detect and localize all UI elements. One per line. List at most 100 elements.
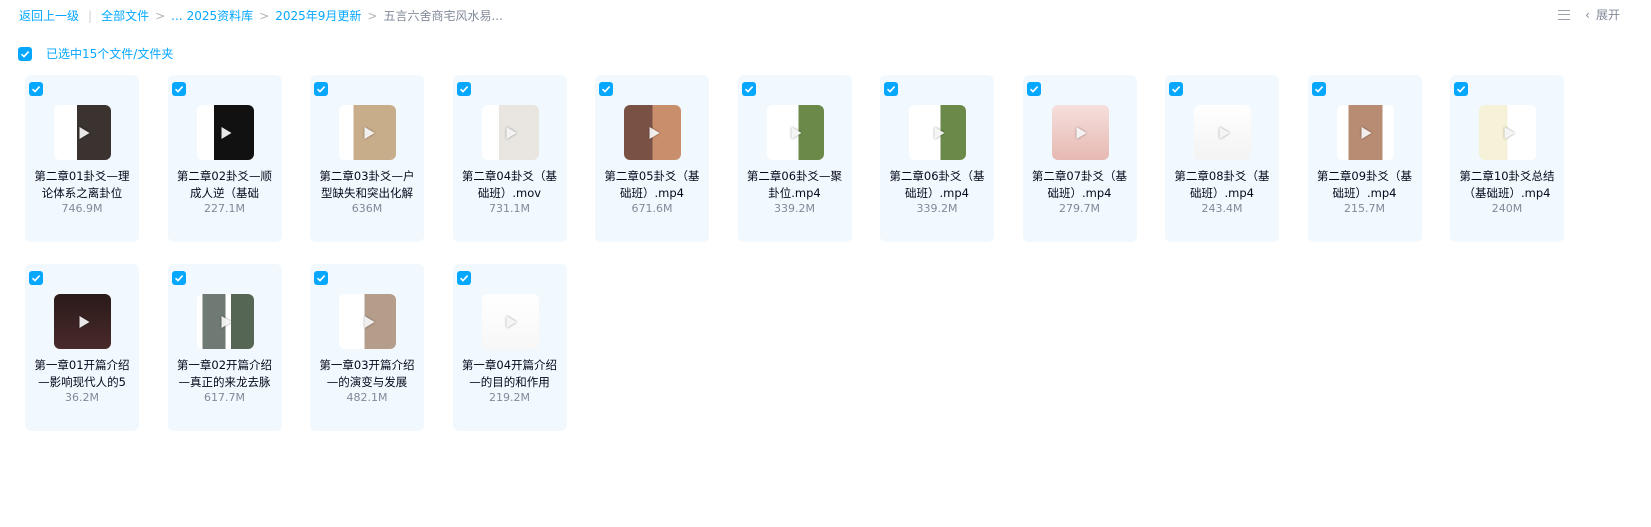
top-bar: 返回上一级 | 全部文件 > ... 2025资料库 > 2025年9月更新 >…	[0, 0, 1651, 30]
file-checkbox[interactable]	[171, 271, 186, 285]
video-thumbnail-icon	[54, 294, 111, 349]
video-thumbnail-icon	[196, 105, 254, 160]
play-icon	[506, 315, 517, 328]
breadcrumb-current: 五言六舍商宅风水易...	[383, 9, 503, 23]
file-size: 240M	[1491, 202, 1523, 215]
file-checkbox[interactable]	[1169, 82, 1183, 96]
breadcrumb-all-files[interactable]: 全部文件	[101, 7, 149, 24]
back-link[interactable]: 返回上一级	[19, 7, 79, 24]
file-size: 339.2M	[916, 202, 958, 215]
file-name: 第一章04开篇介绍—的目的和作用	[461, 358, 558, 389]
play-icon	[1219, 126, 1229, 139]
file-checkbox[interactable]	[1026, 82, 1041, 96]
play-icon	[1076, 126, 1087, 139]
file-checkbox[interactable]	[314, 271, 328, 285]
checkmark-icon	[459, 86, 468, 93]
video-thumbnail-icon	[909, 105, 966, 160]
video-thumbnail-icon	[1336, 105, 1394, 160]
file-card[interactable]: 第一章01开篇介绍—影响现代人的5 36.2M	[25, 264, 139, 431]
video-thumbnail-icon	[766, 105, 824, 160]
breadcrumb-divider: |	[88, 8, 93, 23]
file-card[interactable]: 第二章08卦爻（基础班）.mp4 243.4M	[1165, 75, 1279, 242]
file-card[interactable]: 第一章02开篇介绍—真正的来龙去脉 617.7M	[167, 264, 282, 431]
video-thumbnail-icon	[54, 105, 111, 160]
file-name: 第二章08卦爻（基础班）.mp4	[1174, 169, 1270, 200]
video-thumbnail-icon	[1479, 105, 1536, 160]
file-checkbox[interactable]	[314, 82, 328, 96]
checkmark-icon	[1029, 86, 1038, 93]
breadcrumb-item-september[interactable]: 2025年9月更新	[275, 7, 361, 24]
file-size: 746.9M	[61, 202, 103, 215]
file-size: 339.2M	[774, 202, 815, 215]
file-name: 第二章02卦爻—顺成人逆（基础	[176, 169, 273, 200]
expand-label: 展开	[1595, 8, 1620, 22]
file-name: 第一章01开篇介绍—影响现代人的5	[34, 358, 130, 389]
file-checkbox[interactable]	[456, 271, 471, 285]
file-card[interactable]: 第二章06卦爻—聚卦位.mp4 339.2M	[737, 75, 852, 242]
breadcrumb-item-library[interactable]: 2025资料库	[187, 7, 254, 24]
file-size: 219.2M	[489, 391, 530, 404]
chevron-left-icon: ‹	[1585, 7, 1590, 22]
file-card[interactable]: 第二章10卦爻总结（基础班）.mp4 240M	[1450, 75, 1564, 242]
file-card[interactable]: 第二章04卦爻（基础班）.mov 731.1M	[452, 75, 567, 242]
file-card[interactable]: 第二章06卦爻（基础班）.mp4 339.2M	[880, 75, 994, 242]
checkmark-icon	[744, 86, 753, 93]
file-size: 636M	[351, 202, 383, 215]
video-thumbnail-icon	[481, 294, 539, 349]
breadcrumb-ellipsis[interactable]: ...	[171, 9, 182, 23]
play-icon	[791, 126, 802, 139]
list-view-icon[interactable]	[1557, 9, 1571, 21]
file-size: 215.7M	[1344, 202, 1385, 215]
file-card[interactable]: 第二章09卦爻（基础班）.mp4 215.7M	[1307, 75, 1422, 242]
select-all-checkbox[interactable]	[18, 46, 32, 61]
checkmark-icon	[1456, 86, 1466, 93]
file-checkbox[interactable]	[1311, 82, 1326, 96]
select-all-row: 已选中15个文件/文件夹	[18, 45, 173, 62]
file-size: 243.4M	[1201, 202, 1243, 215]
checkmark-icon	[1171, 86, 1181, 93]
video-thumbnail-icon	[624, 105, 681, 160]
checkmark-icon	[1314, 86, 1323, 93]
file-size: 227.1M	[204, 202, 245, 215]
chevron-right-icon: >	[367, 8, 378, 23]
file-checkbox[interactable]	[1454, 82, 1468, 96]
file-name: 第二章06卦爻（基础班）.mp4	[889, 169, 985, 200]
video-thumbnail-icon	[339, 105, 396, 160]
chevron-right-icon: >	[259, 8, 270, 23]
file-name: 第一章03开篇介绍—的演变与发展	[319, 358, 415, 389]
file-checkbox[interactable]	[456, 82, 471, 96]
play-icon	[221, 126, 232, 139]
checkmark-icon	[316, 86, 326, 93]
file-name: 第二章06卦爻—聚卦位.mp4	[746, 169, 843, 200]
file-card[interactable]: 第二章02卦爻—顺成人逆（基础 227.1M	[167, 75, 282, 242]
video-thumbnail-icon	[1051, 105, 1109, 160]
play-icon	[364, 315, 374, 328]
play-icon	[221, 315, 232, 328]
play-icon	[1361, 126, 1372, 139]
play-icon	[1504, 126, 1514, 139]
file-card[interactable]: 第二章07卦爻（基础班）.mp4 279.7M	[1022, 75, 1137, 242]
file-name: 第二章04卦爻（基础班）.mov	[461, 169, 558, 200]
file-size: 617.7M	[204, 391, 245, 404]
file-card[interactable]: 第一章03开篇介绍—的演变与发展 482.1M	[310, 264, 424, 431]
play-icon	[649, 126, 659, 139]
file-size: 482.1M	[346, 391, 388, 404]
file-checkbox[interactable]	[29, 271, 43, 285]
file-card[interactable]: 第二章01卦爻—理论体系之离卦位 746.9M	[25, 75, 139, 242]
file-checkbox[interactable]	[741, 82, 756, 96]
file-name: 第二章03卦爻—户型缺失和突出化解	[319, 169, 415, 200]
checkmark-icon	[601, 86, 611, 93]
file-card[interactable]: 第二章03卦爻—户型缺失和突出化解 636M	[310, 75, 424, 242]
checkmark-icon	[31, 275, 41, 282]
file-checkbox[interactable]	[884, 82, 898, 96]
file-size: 36.2M	[65, 391, 99, 404]
file-checkbox[interactable]	[29, 82, 43, 96]
file-checkbox[interactable]	[599, 82, 613, 96]
file-card[interactable]: 第一章04开篇介绍—的目的和作用 219.2M	[452, 264, 567, 431]
play-icon	[79, 126, 89, 139]
file-card[interactable]: 第二章05卦爻（基础班）.mp4 671.6M	[595, 75, 709, 242]
file-name: 第二章10卦爻总结（基础班）.mp4	[1459, 169, 1555, 200]
expand-button[interactable]: ‹ 展开	[1585, 6, 1620, 23]
file-checkbox[interactable]	[171, 82, 186, 96]
play-icon	[364, 126, 374, 139]
